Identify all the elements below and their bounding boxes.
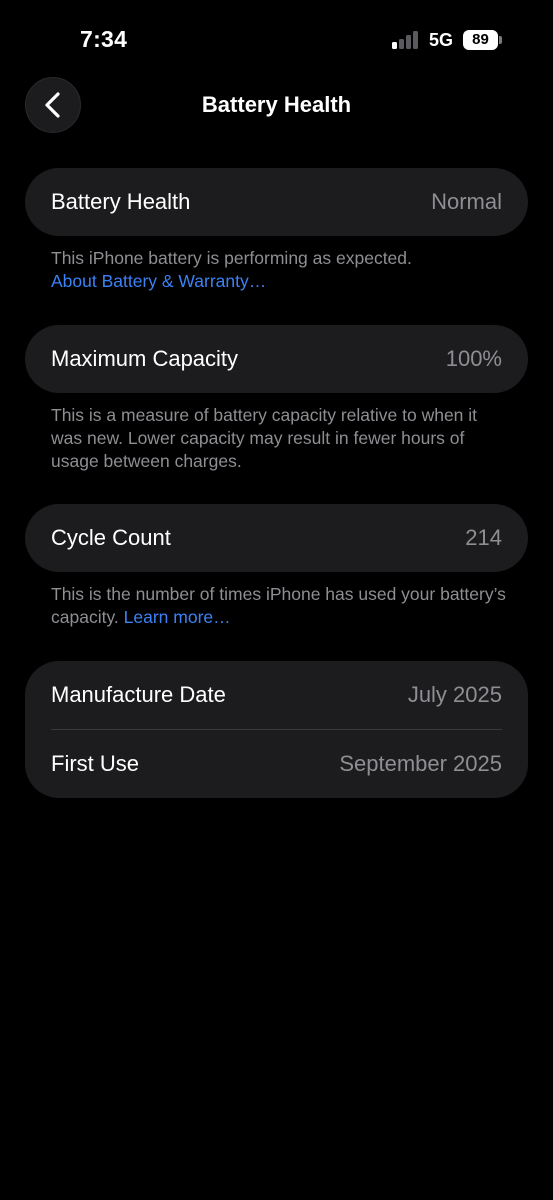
learn-more-link[interactable]: Learn more… [124, 607, 231, 627]
battery-health-description: This iPhone battery is performing as exp… [51, 248, 412, 268]
maximum-capacity-footnote: This is a measure of battery capacity re… [51, 404, 511, 473]
network-type: 5G [429, 30, 454, 50]
first-use-label: First Use [51, 751, 139, 776]
cycle-count-value: 214 [465, 525, 502, 550]
cycle-count-description: This is the number of times iPhone has u… [51, 584, 506, 627]
battery-health-screen: 7:34 5G 89 Battery Health Battery Health… [0, 0, 553, 1200]
maximum-capacity-card: Maximum Capacity 100% [25, 325, 528, 393]
battery-health-card: Battery Health Normal [25, 168, 528, 236]
battery-nub [499, 36, 502, 44]
signal-bar [413, 31, 418, 49]
cycle-count-label: Cycle Count [51, 525, 171, 550]
manufacture-date-label: Manufacture Date [51, 682, 226, 707]
signal-bar [399, 39, 404, 49]
cycle-count-card: Cycle Count 214 [25, 504, 528, 572]
maximum-capacity-label: Maximum Capacity [51, 346, 239, 371]
first-use-row: First Use September 2025 [25, 730, 528, 798]
battery-health-footnote: This iPhone battery is performing as exp… [51, 247, 511, 293]
manufacture-date-row: Manufacture Date July 2025 [25, 661, 528, 729]
battery-icon: 89 [463, 30, 498, 50]
signal-bar [406, 35, 411, 49]
first-use-value: September 2025 [339, 751, 502, 776]
signal-bar [392, 42, 397, 49]
cycle-count-footnote: This is the number of times iPhone has u… [51, 583, 511, 629]
battery-health-value: Normal [431, 189, 502, 214]
battery-health-row: Battery Health Normal [25, 168, 528, 236]
maximum-capacity-row: Maximum Capacity 100% [25, 325, 528, 393]
cycle-count-row: Cycle Count 214 [25, 504, 528, 572]
about-battery-warranty-link[interactable]: About Battery & Warranty… [51, 271, 266, 291]
status-bar: 7:34 5G 89 [0, 0, 553, 70]
manufacture-date-value: July 2025 [407, 682, 502, 707]
maximum-capacity-value: 100% [445, 346, 502, 371]
maximum-capacity-description: This is a measure of battery capacity re… [51, 405, 478, 471]
dates-card: Manufacture Date July 2025 First Use Sep… [25, 661, 528, 798]
cellular-signal-icon [392, 31, 420, 49]
battery-health-label: Battery Health [51, 189, 191, 214]
status-time: 7:34 [80, 26, 128, 52]
page-title: Battery Health [201, 92, 352, 117]
